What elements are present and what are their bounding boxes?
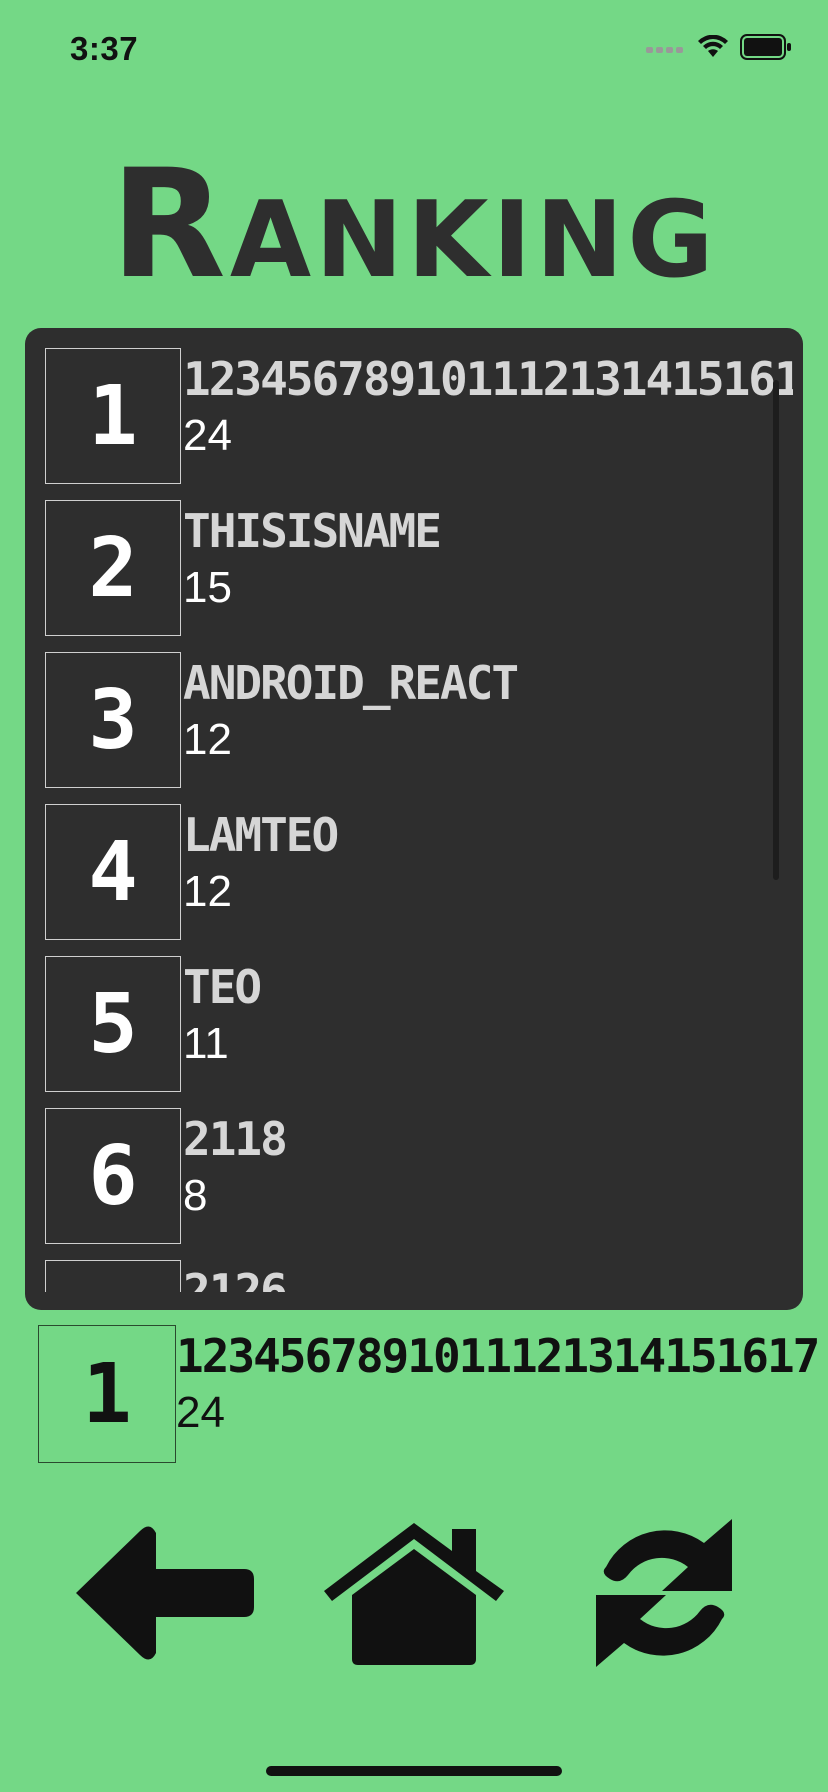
player-name: THISISNAME [183,504,442,558]
leaderboard-row: 6 2118 8 [45,1108,803,1244]
player-score: 24 [183,411,232,460]
leaderboard-panel: 1 12345678910111213141516171 24 2 THISIS… [25,328,803,1310]
player-name: 2126 [183,1264,288,1292]
status-icons [646,34,792,64]
player-score: 12 [183,867,232,916]
rank-box: 2 [45,500,181,636]
status-time: 3:37 [70,30,139,67]
battery-icon [740,34,792,64]
player-score: 11 [183,1019,229,1068]
current-user-name: 1234567891011121314151617 [176,1329,820,1383]
rank-box: 1 [45,348,181,484]
player-score: 12 [183,715,232,764]
home-button[interactable] [314,1510,514,1680]
page-title: Ranking [110,138,718,312]
scrollbar[interactable] [773,380,779,880]
rank-box: 6 [45,1108,181,1244]
leaderboard-row: 4 LAMTEO 12 [45,804,803,940]
rank-box: 5 [45,956,181,1092]
rank-box: 4 [45,804,181,940]
leaderboard-row: 3 ANDROID_REACT 12 [45,652,803,788]
rank-box: 3 [45,652,181,788]
player-score: 15 [183,563,232,612]
player-name: 12345678910111213141516171 [183,352,793,406]
home-icon [322,1519,506,1671]
current-user-row: 1 1234567891011121314151617 24 [38,1325,828,1463]
current-user-score: 24 [176,1388,225,1437]
player-score: 8 [183,1171,208,1220]
status-bar: 3:37 [0,0,828,100]
player-name: TEO [183,960,262,1014]
leaderboard-row: 7 2126 [45,1260,803,1292]
current-user-rank: 1 [38,1325,176,1463]
signal-icon [646,40,686,59]
player-name: 2118 [183,1112,288,1166]
refresh-icon [582,1513,746,1677]
back-button[interactable] [64,1510,264,1680]
leaderboard-row: 5 TEO 11 [45,956,803,1092]
leaderboard-row: 2 THISISNAME 15 [45,500,803,636]
wifi-icon [698,34,728,63]
player-name: ANDROID_REACT [183,656,519,710]
refresh-button[interactable] [564,1510,764,1680]
bottom-nav [0,1510,828,1680]
rank-box: 7 [45,1260,181,1292]
home-indicator[interactable] [266,1766,562,1776]
player-name: LAMTEO [183,808,339,862]
back-arrow-icon [72,1523,256,1667]
leaderboard-row: 1 12345678910111213141516171 24 [45,348,803,484]
leaderboard-list[interactable]: 1 12345678910111213141516171 24 2 THISIS… [25,348,803,1292]
